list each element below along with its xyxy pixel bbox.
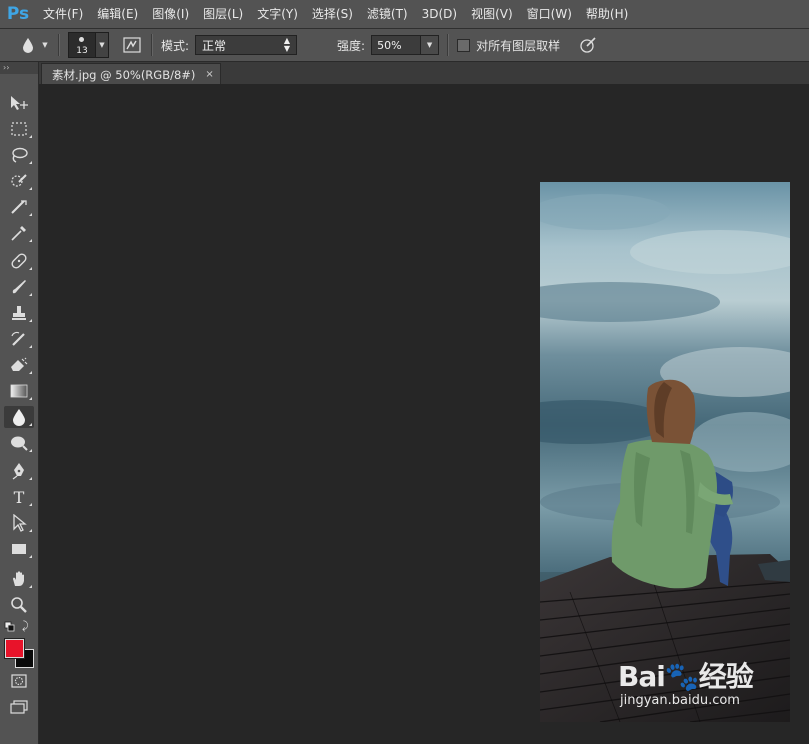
- history-brush-icon[interactable]: [4, 328, 34, 350]
- gradient-icon[interactable]: [4, 380, 34, 402]
- menu-3d[interactable]: 3D(D): [415, 0, 464, 28]
- brush-panel-toggle-icon[interactable]: [121, 37, 143, 53]
- photo-scene: [540, 182, 790, 722]
- strength-dropdown-icon[interactable]: ▼: [421, 35, 440, 55]
- menu-select[interactable]: 选择(S): [305, 0, 360, 28]
- menu-edit[interactable]: 编辑(E): [90, 0, 145, 28]
- marquee-icon[interactable]: [4, 118, 34, 140]
- quick-mask-icon[interactable]: [11, 674, 27, 691]
- hand-icon[interactable]: [4, 568, 34, 590]
- sample-all-layers-checkbox[interactable]: [457, 38, 471, 52]
- document-tab-strip: 素材.jpg @ 50%(RGB/8#) ×: [39, 62, 809, 85]
- menu-image[interactable]: 图像(I): [145, 0, 196, 28]
- eraser-icon[interactable]: [4, 354, 34, 376]
- screen-mode-icon[interactable]: [10, 700, 28, 717]
- menu-layer[interactable]: 图层(L): [196, 0, 250, 28]
- lasso-icon[interactable]: [4, 144, 34, 166]
- strength-label: 强度:: [337, 38, 366, 53]
- updown-arrow-icon: ▲ ▼: [283, 36, 291, 53]
- type-icon[interactable]: T: [4, 486, 34, 508]
- blur-icon[interactable]: [4, 406, 34, 428]
- move-icon[interactable]: [4, 92, 34, 114]
- mode-select[interactable]: 正常 ▲ ▼: [195, 35, 298, 55]
- brush-tip-icon: [79, 37, 84, 42]
- brush-picker-dropdown-icon[interactable]: ▼: [96, 32, 109, 58]
- mode-label: 模式:: [161, 38, 190, 53]
- menu-type[interactable]: 文字(Y): [250, 0, 305, 28]
- pen-icon[interactable]: [4, 460, 34, 482]
- baidu-jingyan-watermark: Bai🐾经验 jingyan.baidu.com: [618, 655, 754, 708]
- document-tab-title: 素材.jpg @ 50%(RGB/8#): [52, 67, 196, 82]
- dodge-icon[interactable]: [4, 432, 34, 454]
- tool-preset-dropdown-icon[interactable]: ▼: [40, 41, 50, 49]
- toolbox-collapse-icon[interactable]: ››: [0, 62, 38, 74]
- menu-view[interactable]: 视图(V): [464, 0, 520, 28]
- brush-icon[interactable]: [4, 276, 34, 298]
- crop-icon[interactable]: [4, 196, 34, 218]
- healing-icon[interactable]: [4, 250, 34, 272]
- toolbox: ›› T ⤸: [0, 62, 39, 744]
- strength-input[interactable]: 50%: [371, 35, 422, 55]
- clone-stamp-icon[interactable]: [4, 302, 34, 324]
- blur-tool-preset-icon[interactable]: [16, 37, 40, 53]
- options-bar: ▼ 13 ▼ 模式: 正常 ▲ ▼ 强度: 50% ▼ 对所有图层取样: [0, 29, 809, 62]
- sample-all-layers-label: 对所有图层取样: [476, 38, 561, 53]
- path-select-icon[interactable]: [4, 512, 34, 534]
- quick-select-icon[interactable]: [4, 170, 34, 192]
- rectangle-icon[interactable]: [4, 538, 34, 560]
- pressure-brush-icon[interactable]: [576, 36, 600, 54]
- document-image[interactable]: [540, 182, 790, 722]
- brush-size-value: 13: [76, 46, 88, 56]
- divider: [58, 34, 60, 56]
- foreground-color-swatch[interactable]: [5, 639, 24, 658]
- watermark-url: jingyan.baidu.com: [620, 693, 740, 708]
- menu-file[interactable]: 文件(F): [36, 0, 90, 28]
- divider: [151, 34, 153, 56]
- menu-bar: Ps 文件(F) 编辑(E) 图像(I) 图层(L) 文字(Y) 选择(S) 滤…: [0, 0, 809, 29]
- mode-value: 正常: [202, 38, 227, 53]
- watermark-logo: Bai🐾经验: [618, 660, 754, 693]
- brush-size-picker[interactable]: 13: [68, 32, 96, 58]
- swap-colors-icon[interactable]: ⤸: [22, 619, 29, 633]
- zoom-icon[interactable]: [4, 594, 34, 616]
- close-icon[interactable]: ×: [205, 69, 213, 80]
- default-colors-icon[interactable]: [4, 621, 16, 636]
- document-tab[interactable]: 素材.jpg @ 50%(RGB/8#) ×: [41, 63, 221, 85]
- menu-window[interactable]: 窗口(W): [520, 0, 579, 28]
- photoshop-logo: Ps: [6, 4, 30, 24]
- eyedropper-icon[interactable]: [4, 222, 34, 244]
- menu-help[interactable]: 帮助(H): [579, 0, 635, 28]
- divider: [447, 34, 450, 56]
- menu-filter[interactable]: 滤镜(T): [360, 0, 415, 28]
